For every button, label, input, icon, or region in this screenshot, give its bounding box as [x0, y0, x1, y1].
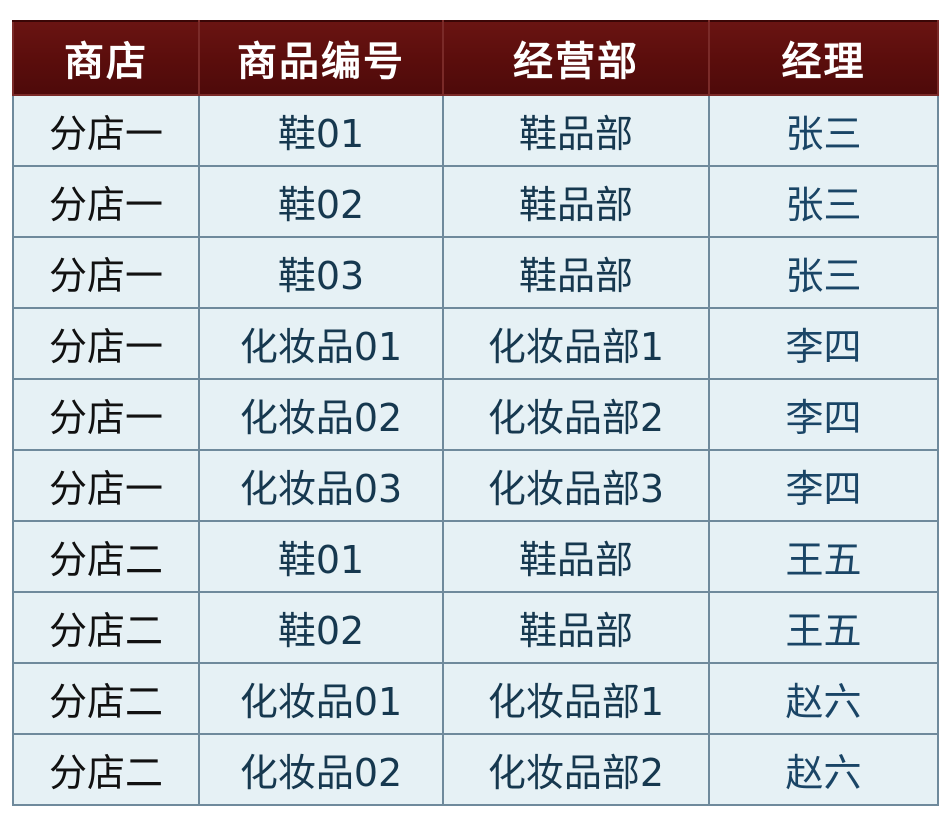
store-product-table: 商店 商品编号 经营部 经理 分店一 鞋01 鞋品部 张三 分店一 鞋02 鞋品… — [12, 20, 939, 806]
cell-manager: 李四 — [708, 307, 939, 380]
table-row: 分店二 化妆品02 化妆品部2 赵六 — [12, 733, 939, 806]
header-row: 商店 商品编号 经营部 经理 — [12, 20, 939, 96]
table-row: 分店一 化妆品01 化妆品部1 李四 — [12, 307, 939, 380]
cell-product-id: 鞋02 — [198, 165, 444, 238]
table-row: 分店二 鞋01 鞋品部 王五 — [12, 520, 939, 593]
cell-product-id: 鞋01 — [198, 94, 444, 167]
table-row: 分店一 化妆品03 化妆品部3 李四 — [12, 449, 939, 522]
table-row: 分店二 化妆品01 化妆品部1 赵六 — [12, 662, 939, 735]
cell-product-id: 化妆品01 — [198, 662, 444, 735]
cell-manager: 王五 — [708, 520, 939, 593]
table-row: 分店二 鞋02 鞋品部 王五 — [12, 591, 939, 664]
cell-store: 分店二 — [12, 520, 200, 593]
table-row: 分店一 鞋01 鞋品部 张三 — [12, 94, 939, 167]
cell-product-id: 化妆品03 — [198, 449, 444, 522]
cell-department: 鞋品部 — [442, 591, 710, 664]
cell-store: 分店一 — [12, 236, 200, 309]
table-row: 分店一 鞋03 鞋品部 张三 — [12, 236, 939, 309]
cell-store: 分店一 — [12, 94, 200, 167]
header-manager: 经理 — [708, 20, 939, 96]
table-row: 分店一 化妆品02 化妆品部2 李四 — [12, 378, 939, 451]
cell-store: 分店一 — [12, 165, 200, 238]
cell-department: 鞋品部 — [442, 165, 710, 238]
cell-department: 化妆品部1 — [442, 307, 710, 380]
cell-store: 分店二 — [12, 733, 200, 806]
cell-department: 鞋品部 — [442, 236, 710, 309]
cell-manager: 李四 — [708, 449, 939, 522]
cell-manager: 李四 — [708, 378, 939, 451]
cell-store: 分店一 — [12, 449, 200, 522]
cell-store: 分店一 — [12, 307, 200, 380]
cell-product-id: 化妆品02 — [198, 378, 444, 451]
cell-product-id: 化妆品01 — [198, 307, 444, 380]
cell-department: 化妆品部2 — [442, 378, 710, 451]
cell-manager: 张三 — [708, 165, 939, 238]
table-header: 商店 商品编号 经营部 经理 — [12, 20, 939, 96]
header-store: 商店 — [12, 20, 200, 96]
cell-department: 鞋品部 — [442, 520, 710, 593]
cell-manager: 赵六 — [708, 733, 939, 806]
cell-department: 化妆品部3 — [442, 449, 710, 522]
header-product-id: 商品编号 — [198, 20, 444, 96]
cell-product-id: 鞋01 — [198, 520, 444, 593]
cell-product-id: 化妆品02 — [198, 733, 444, 806]
table-body: 分店一 鞋01 鞋品部 张三 分店一 鞋02 鞋品部 张三 分店一 鞋03 鞋品… — [12, 94, 939, 806]
cell-department: 化妆品部2 — [442, 733, 710, 806]
cell-product-id: 鞋02 — [198, 591, 444, 664]
page: 商店 商品编号 经营部 经理 分店一 鞋01 鞋品部 张三 分店一 鞋02 鞋品… — [0, 0, 952, 820]
cell-manager: 赵六 — [708, 662, 939, 735]
cell-manager: 王五 — [708, 591, 939, 664]
cell-manager: 张三 — [708, 236, 939, 309]
header-department: 经营部 — [442, 20, 710, 96]
cell-store: 分店二 — [12, 662, 200, 735]
cell-manager: 张三 — [708, 94, 939, 167]
cell-product-id: 鞋03 — [198, 236, 444, 309]
table-row: 分店一 鞋02 鞋品部 张三 — [12, 165, 939, 238]
cell-store: 分店二 — [12, 591, 200, 664]
cell-department: 化妆品部1 — [442, 662, 710, 735]
cell-store: 分店一 — [12, 378, 200, 451]
cell-department: 鞋品部 — [442, 94, 710, 167]
